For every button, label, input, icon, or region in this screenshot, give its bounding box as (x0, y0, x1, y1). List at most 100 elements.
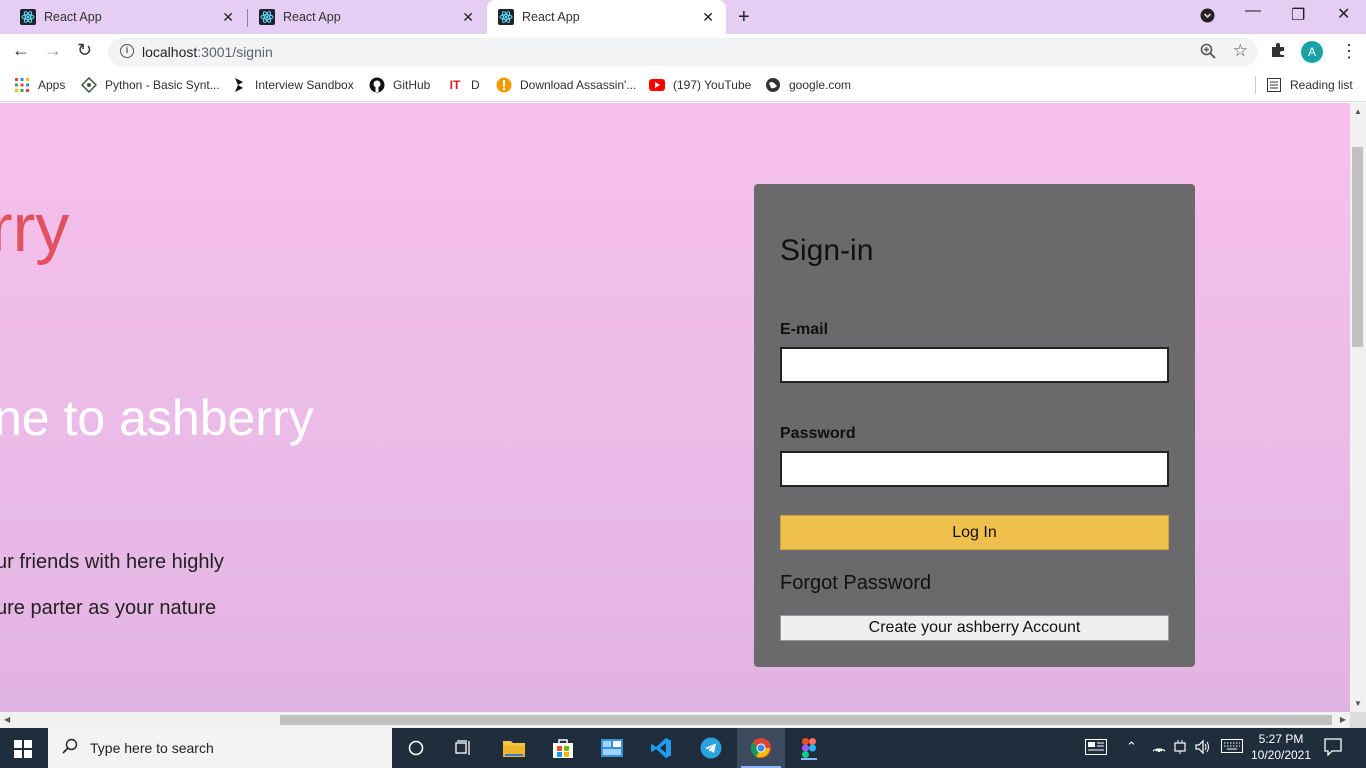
browser-toolbar: ← → ↻ i localhost:3001/signin ☆ (0, 34, 1366, 70)
windows-start-icon[interactable] (14, 740, 32, 758)
bookmark-label: D (471, 78, 480, 92)
search-icon (62, 738, 78, 758)
browser-tab-1[interactable]: React App ✕ (0, 0, 246, 34)
close-tab-icon[interactable]: ✕ (222, 9, 234, 26)
apps-grid-icon (14, 77, 30, 93)
news-widget-icon[interactable] (1085, 739, 1107, 758)
page-viewport: rry ne to ashberry ur friends with here … (0, 103, 1350, 712)
search-placeholder: Type here to search (90, 740, 214, 756)
horizontal-scrollbar[interactable]: ◀ ▶ (0, 712, 1350, 728)
taskbar-search-box[interactable]: Type here to search (48, 728, 392, 768)
reading-list-label: Reading list (1290, 78, 1353, 92)
bookmark-google[interactable]: google.com (765, 77, 851, 93)
react-icon (20, 9, 36, 25)
extensions-puzzle-icon[interactable] (1270, 42, 1286, 63)
it-icon: IT (449, 78, 461, 92)
react-icon (498, 9, 514, 25)
close-window-icon[interactable]: ✕ (1337, 4, 1350, 24)
signin-title: Sign-in (780, 234, 874, 267)
browser-tab-strip: React App ✕ React App ✕ React App ✕ + — … (0, 0, 1366, 34)
back-arrow-icon[interactable]: ← (12, 40, 30, 61)
zoom-icon[interactable] (1200, 43, 1216, 63)
taskbar-clock[interactable]: 5:27 PM 10/20/2021 (1250, 731, 1312, 763)
battery-plug-icon[interactable] (1173, 739, 1187, 758)
tab-title: React App (522, 10, 580, 24)
bookmarks-bar: Apps Python - Basic Synt... Interview Sa… (0, 70, 1366, 102)
bookmark-label: google.com (789, 78, 852, 92)
vertical-scrollbar[interactable]: ▲ ▼ (1350, 103, 1366, 712)
bookmark-download-assassin[interactable]: Download Assassin'... (496, 77, 636, 93)
scroll-up-icon[interactable]: ▲ (1354, 107, 1362, 116)
notifications-icon[interactable] (1324, 738, 1342, 761)
scroll-right-icon[interactable]: ▶ (1340, 715, 1346, 724)
control-panel-icon[interactable] (600, 736, 624, 760)
windows-taskbar: Type here to search ⌃ 5:27 PM 10/20/2021 (0, 728, 1366, 768)
login-button[interactable]: Log In (780, 515, 1169, 550)
email-field[interactable] (780, 347, 1169, 383)
tab-search-icon[interactable] (1200, 8, 1215, 28)
close-tab-icon[interactable]: ✕ (702, 9, 714, 26)
keyboard-icon[interactable] (1221, 739, 1243, 756)
bookmark-label: Python - Basic Synt... (105, 78, 220, 92)
github-icon (369, 77, 385, 93)
youtube-icon (649, 77, 665, 93)
sandbox-icon (231, 77, 247, 93)
bookmark-label: Download Assassin'... (520, 78, 637, 92)
cortana-icon[interactable] (404, 736, 428, 760)
telegram-icon[interactable] (699, 736, 723, 760)
figma-icon[interactable] (797, 736, 821, 760)
restore-icon[interactable]: ❐ (1291, 5, 1305, 25)
url-text: localhost:3001/signin (142, 44, 273, 60)
minimize-icon[interactable]: — (1245, 2, 1261, 20)
bookmark-label: (197) YouTube (673, 78, 752, 92)
browser-tab-2[interactable]: React App ✕ (248, 0, 486, 34)
reload-icon[interactable]: ↻ (77, 40, 92, 61)
bookmarks-divider (1255, 76, 1256, 94)
create-account-button[interactable]: Create your ashberry Account (780, 615, 1169, 641)
brand-title: rry (0, 190, 70, 266)
globe-icon (765, 77, 781, 93)
forward-arrow-icon[interactable]: → (44, 40, 62, 61)
forgot-password-link[interactable]: Forgot Password (780, 572, 931, 595)
bookmark-github[interactable]: GitHub (369, 77, 430, 93)
running-app-indicator (801, 758, 817, 760)
scroll-down-icon[interactable]: ▼ (1354, 699, 1362, 708)
wifi-icon[interactable] (1151, 739, 1167, 756)
vscode-icon[interactable] (649, 736, 673, 760)
scroll-left-icon[interactable]: ◀ (4, 715, 10, 724)
email-label: E-mail (780, 321, 829, 338)
welcome-heading: ne to ashberry (0, 390, 314, 446)
browser-menu-icon[interactable]: ⋮ (1340, 41, 1358, 62)
chrome-taskbar-icon[interactable] (737, 728, 785, 768)
clock-time: 5:27 PM (1258, 732, 1304, 746)
scrollbar-corner (1350, 712, 1366, 728)
close-tab-icon[interactable]: ✕ (462, 9, 474, 26)
task-view-icon[interactable] (452, 736, 476, 760)
address-bar[interactable]: i localhost:3001/signin ☆ (108, 38, 1258, 66)
bookmark-star-icon[interactable]: ☆ (1233, 41, 1248, 61)
volume-icon[interactable] (1195, 739, 1211, 758)
clock-date: 10/20/2021 (1250, 748, 1312, 762)
signin-card: Sign-in E-mail Password Log In Forgot Pa… (754, 184, 1195, 667)
vertical-scroll-thumb[interactable] (1352, 147, 1363, 347)
file-explorer-icon[interactable] (502, 736, 526, 760)
horizontal-scroll-thumb[interactable] (280, 715, 1332, 725)
bookmark-python[interactable]: Python - Basic Synt... (81, 77, 220, 93)
download-icon (496, 77, 512, 93)
reading-list-button[interactable]: Reading list (1266, 77, 1353, 93)
bookmark-apps[interactable]: Apps (14, 77, 65, 93)
new-tab-plus-icon[interactable]: + (738, 6, 750, 29)
bookmark-label: Interview Sandbox (255, 78, 354, 92)
site-info-icon[interactable]: i (120, 44, 134, 58)
browser-tab-3-active[interactable]: React App ✕ (487, 0, 726, 34)
react-icon (259, 9, 275, 25)
bookmark-label: GitHub (393, 78, 431, 92)
bookmark-interview-sandbox[interactable]: Interview Sandbox (231, 77, 354, 93)
tray-chevron-up-icon[interactable]: ⌃ (1126, 739, 1137, 755)
bookmark-d[interactable]: IT D (447, 77, 480, 93)
python-icon (81, 77, 97, 93)
password-field[interactable] (780, 451, 1169, 487)
bookmark-youtube[interactable]: (197) YouTube (649, 77, 751, 93)
microsoft-store-icon[interactable] (551, 736, 575, 760)
profile-avatar[interactable]: A (1301, 41, 1323, 63)
